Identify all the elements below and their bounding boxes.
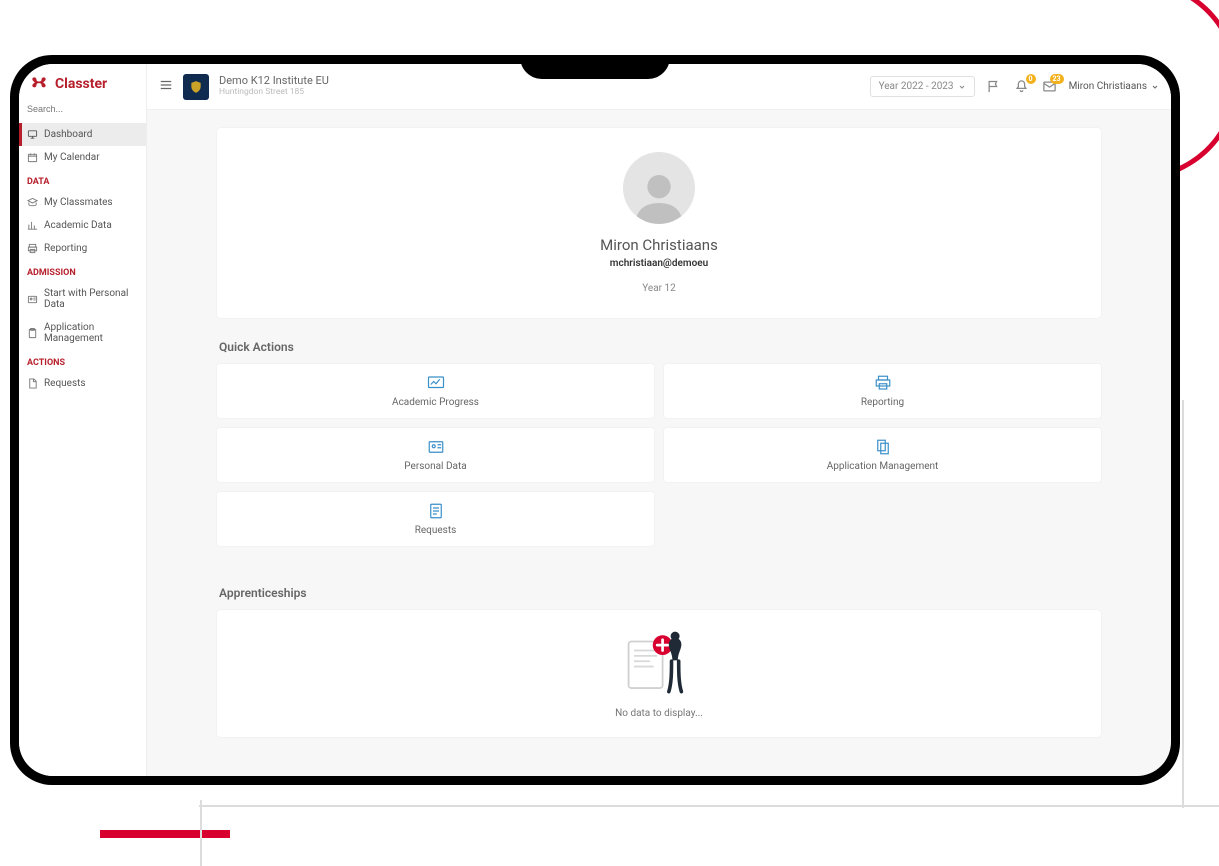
content-scroll[interactable]: Miron Christiaans mchristiaan@demoeu Yea… — [147, 110, 1171, 776]
institute-text: Demo K12 Institute EU Huntingdon Street … — [219, 75, 329, 97]
id-card-icon — [426, 438, 446, 456]
app-container: Classter Dashboard My Calendar DATA My C… — [19, 64, 1171, 776]
empty-text: No data to display... — [235, 708, 1083, 719]
sidebar-item-label: Start with Personal Data — [44, 288, 138, 310]
printer-icon — [873, 374, 893, 392]
graduation-icon — [27, 197, 38, 208]
sidebar-item-academic[interactable]: Academic Data — [19, 214, 146, 237]
flag-icon — [986, 79, 1001, 94]
apprenticeships-card: No data to display... — [217, 610, 1101, 737]
messages-button[interactable]: 23 — [1041, 78, 1059, 96]
decor-vline-2 — [1182, 400, 1184, 808]
sidebar-item-label: Reporting — [44, 243, 87, 254]
notifications-button[interactable]: 0 — [1013, 78, 1031, 96]
year-selected-label: Year 2022 - 2023 — [879, 81, 954, 92]
year-select-dropdown[interactable]: Year 2022 - 2023 — [870, 76, 975, 97]
sidebar-item-classmates[interactable]: My Classmates — [19, 191, 146, 214]
decor-vline — [200, 800, 202, 866]
decor-underline — [100, 834, 230, 838]
qa-application-management[interactable]: Application Management — [664, 428, 1101, 482]
qa-label: Academic Progress — [227, 397, 644, 408]
calendar-icon — [27, 152, 38, 163]
sidebar-item-calendar[interactable]: My Calendar — [19, 146, 146, 169]
sidebar-item-dashboard[interactable]: Dashboard — [19, 123, 146, 146]
brand-name: Classter — [55, 76, 107, 92]
qa-requests[interactable]: Requests — [217, 492, 654, 546]
documents-icon — [873, 438, 893, 456]
no-data-icon — [623, 629, 695, 697]
profile-card: Miron Christiaans mchristiaan@demoeu Yea… — [217, 128, 1101, 318]
qa-academic-progress[interactable]: Academic Progress — [217, 364, 654, 418]
chevron-down-icon — [958, 83, 966, 91]
sidebar-item-label: My Classmates — [44, 197, 113, 208]
institute-address: Huntingdon Street 185 — [219, 88, 329, 98]
messages-badge: 23 — [1050, 74, 1064, 84]
avatar — [623, 152, 695, 224]
sidebar-item-label: Requests — [44, 378, 86, 389]
qa-personal-data[interactable]: Personal Data — [217, 428, 654, 482]
brand: Classter — [19, 64, 146, 100]
hamburger-button[interactable] — [159, 78, 173, 95]
sidebar-section-data: DATA — [19, 169, 146, 191]
user-name-label: Miron Christiaans — [1069, 81, 1147, 92]
chart-icon — [27, 220, 38, 231]
qa-label: Reporting — [674, 397, 1091, 408]
id-card-icon — [27, 294, 38, 305]
apprenticeships-title: Apprenticeships — [219, 586, 1101, 600]
sidebar: Classter Dashboard My Calendar DATA My C… — [19, 64, 147, 776]
profile-name: Miron Christiaans — [233, 236, 1085, 254]
search-input[interactable] — [19, 100, 146, 123]
sidebar-section-admission: ADMISSION — [19, 260, 146, 282]
chevron-down-icon — [1151, 83, 1159, 91]
sidebar-item-label: Application Management — [44, 322, 138, 344]
sidebar-item-requests[interactable]: Requests — [19, 372, 146, 395]
quick-actions-grid: Academic Progress Reporting Personal Dat… — [217, 364, 1101, 546]
printer-icon — [27, 243, 38, 254]
institute-logo — [183, 74, 209, 100]
sidebar-section-actions: ACTIONS — [19, 350, 146, 372]
app-screen: Classter Dashboard My Calendar DATA My C… — [19, 64, 1171, 776]
quick-actions-title: Quick Actions — [219, 340, 1101, 354]
user-menu-dropdown[interactable]: Miron Christiaans — [1069, 81, 1159, 92]
empty-illustration — [235, 628, 1083, 698]
chart-line-icon — [426, 374, 446, 392]
notifications-badge: 0 — [1026, 74, 1036, 84]
sidebar-item-application-mgmt[interactable]: Application Management — [19, 316, 146, 350]
monitor-icon — [27, 129, 38, 140]
main-area: Demo K12 Institute EU Huntingdon Street … — [147, 64, 1171, 776]
qa-reporting[interactable]: Reporting — [664, 364, 1101, 418]
tablet-frame: Classter Dashboard My Calendar DATA My C… — [10, 55, 1180, 785]
qa-label: Requests — [227, 525, 644, 536]
flag-button[interactable] — [985, 78, 1003, 96]
tablet-notch — [520, 55, 670, 79]
clipboard-icon — [27, 328, 38, 339]
sidebar-item-personal-data[interactable]: Start with Personal Data — [19, 282, 146, 316]
profile-year: Year 12 — [233, 283, 1085, 294]
file-icon — [27, 378, 38, 389]
person-icon — [631, 168, 687, 224]
qa-label: Personal Data — [227, 461, 644, 472]
sidebar-item-reporting[interactable]: Reporting — [19, 237, 146, 260]
sidebar-item-label: My Calendar — [44, 152, 100, 163]
decor-hline — [199, 805, 1219, 807]
checklist-icon — [426, 502, 446, 520]
sidebar-item-label: Academic Data — [44, 220, 112, 231]
hamburger-icon — [159, 78, 173, 92]
sidebar-item-label: Dashboard — [44, 129, 92, 140]
profile-email: mchristiaan@demoeu — [233, 258, 1085, 269]
qa-label: Application Management — [674, 461, 1091, 472]
brand-logo-icon — [29, 74, 49, 94]
shield-icon — [189, 80, 203, 94]
